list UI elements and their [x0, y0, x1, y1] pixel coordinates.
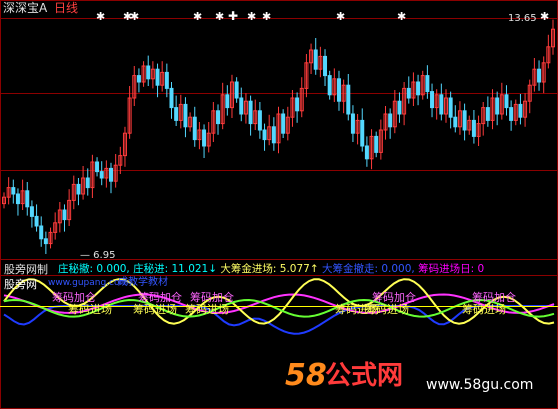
candle-body: [416, 81, 421, 96]
candle-body: [136, 75, 141, 83]
signal-star-icon: ✱: [262, 10, 272, 23]
candle-body: [504, 94, 509, 109]
stock-title: 深深宝A: [3, 1, 48, 15]
candle-body: [43, 238, 48, 245]
annotation-jiacang: 筹码加仓: [138, 291, 182, 304]
candle-body: [216, 110, 221, 125]
candle-body: [248, 100, 253, 125]
candle-body: [183, 103, 188, 128]
ad-text: 成教学教材: [118, 277, 168, 288]
candle-body: [15, 193, 20, 205]
candle-body: [271, 126, 276, 144]
candle-body: [85, 177, 90, 189]
signal-star-icon: ✱: [193, 10, 203, 23]
indicator-values: 庄秘撤: 0.000, 庄秘进: 11.021↓ 大筹金进场: 5.077↑ 大…: [58, 264, 484, 275]
indicator-value-0: 庄秘撤: 0.000,: [58, 263, 134, 275]
candle-body: [360, 119, 365, 147]
candle-body: [388, 113, 393, 128]
candle-body: [448, 97, 453, 118]
candle-body: [471, 119, 476, 137]
indicator-value-1: 庄秘进: 11.021↓: [133, 263, 221, 275]
candle-body: [39, 225, 44, 240]
candle-body: [29, 206, 34, 217]
candle-body: [509, 107, 514, 121]
candle-body: [537, 68, 542, 83]
watermark-brand-number: 58: [285, 358, 327, 393]
watermark-brand-text: 公式网: [325, 361, 404, 391]
candle-body: [164, 71, 169, 89]
candle-body: [257, 110, 262, 131]
signal-star-icon: ✱: [96, 10, 106, 23]
candle-body: [327, 75, 332, 96]
annotation-jinchang: 筹码进场: [133, 303, 177, 316]
site-url: www.gupang.com: [48, 278, 129, 288]
candle-body: [462, 110, 467, 131]
candle-body: [439, 94, 444, 115]
candle-body: [313, 49, 318, 70]
annotation-jinchang: 筹码进场: [68, 303, 112, 316]
candle-body: [62, 209, 67, 221]
annotation-jinchang: 筹码进场: [462, 303, 506, 316]
indicator-value-4: 筹码进场日: 0: [418, 263, 485, 275]
candle-body: [169, 87, 174, 109]
annotation-jinchang: 筹码进场: [185, 303, 229, 316]
stock-chart-window: 深深宝A 日线 ✱ ✱ ✱ ✱ ✱ ✚ ✱ ✱ ✱ ✱ ✱ 13.65 — 6.…: [0, 0, 558, 409]
candle-body: [295, 97, 300, 112]
candle-body: [425, 75, 430, 93]
candle-body: [495, 97, 500, 115]
site-label: 股旁网: [4, 278, 37, 291]
candle-body: [406, 87, 411, 99]
signal-star-icon: ✱: [336, 10, 346, 23]
candle-body: [364, 145, 369, 160]
low-price-label: — 6.95: [80, 250, 116, 261]
signal-star-icon: ✱: [130, 10, 140, 23]
candle-body: [323, 55, 328, 77]
annotation-jiacang: 筹码加仓: [472, 291, 516, 304]
annotation-jiacang: 筹码加仓: [190, 291, 234, 304]
annotation-jiacang: 筹码加仓: [372, 291, 416, 304]
annotation-jinchang: 筹码进场: [365, 303, 409, 316]
chart-frame: [0, 0, 558, 409]
candle-body: [374, 135, 379, 153]
candle-body: [25, 190, 30, 208]
period-label: 日线: [54, 1, 79, 15]
candle-body: [11, 187, 16, 195]
candle-body: [430, 91, 435, 109]
signal-star-icon: ✱: [540, 10, 550, 23]
candle-body: [225, 94, 230, 109]
candle-body: [155, 68, 160, 86]
high-price-label: 13.65: [508, 13, 537, 24]
candle-body: [234, 81, 239, 99]
annotation-jiacang: 筹码加仓: [52, 291, 96, 304]
indicator-name: 股旁网制: [4, 263, 48, 276]
candle-body: [34, 215, 39, 227]
candle-body: [518, 103, 523, 118]
candle-body: [146, 65, 151, 80]
candle-body: [192, 116, 197, 141]
candle-body: [202, 129, 207, 147]
indicator-value-2: 大筹金进场: 5.077↑: [220, 263, 322, 275]
candle-body: [281, 113, 286, 134]
candle-body: [485, 107, 490, 121]
candle-body: [239, 97, 244, 115]
signal-star-icon: ✱: [247, 10, 257, 23]
candle-body: [262, 129, 267, 141]
candle-body: [336, 78, 341, 102]
signal-star-icon: ✱: [215, 10, 225, 23]
candle-body: [174, 107, 179, 121]
candle-body: [109, 167, 114, 182]
chart-canvas: [0, 0, 558, 409]
signal-star-icon: ✱: [397, 10, 407, 23]
candle-body: [346, 84, 351, 115]
candle-body: [95, 161, 100, 173]
candle-body: [397, 100, 402, 115]
candle-body: [76, 183, 81, 195]
indicator-value-3: 大筹金撤走: 0.000,: [321, 263, 419, 275]
watermark-url: www.58gu.com: [426, 377, 534, 393]
candle-body: [350, 113, 355, 134]
candle-body: [453, 116, 458, 128]
signal-cross-icon: ✚: [228, 9, 239, 23]
candle-body: [99, 171, 104, 179]
